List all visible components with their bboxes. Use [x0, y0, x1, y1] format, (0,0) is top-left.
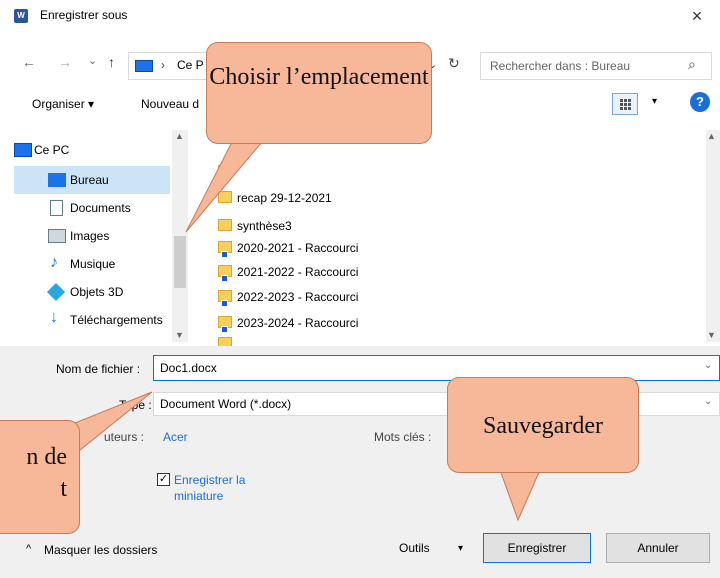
file-name: 2021-2022 - Raccourci: [237, 265, 359, 279]
scroll-down-icon[interactable]: ▼: [175, 330, 184, 340]
search-placeholder: Rechercher dans : Bureau: [490, 59, 631, 73]
sidebar-item-label: Téléchargements: [70, 313, 163, 327]
sidebar-item-objets-3d[interactable]: Objets 3D: [14, 278, 170, 306]
pc-icon: [135, 60, 153, 72]
folder-shortcut-icon: [218, 290, 232, 307]
download-icon: ↓: [50, 309, 58, 326]
chevron-down-icon[interactable]: ⌄: [704, 396, 712, 407]
recent-locations-dropdown-icon[interactable]: ⌄: [88, 54, 97, 67]
list-item[interactable]: 2022-2023 - Raccourci: [218, 285, 358, 309]
sidebar-item-documents[interactable]: Documents: [14, 194, 170, 222]
folder-shortcut-icon: [218, 241, 232, 258]
folder-icon: [218, 219, 232, 231]
callout-filename-line2: t: [60, 476, 67, 502]
type-label: Type :: [119, 398, 152, 412]
folder-icon: [218, 165, 232, 177]
filename-label: Nom de fichier :: [56, 362, 141, 376]
callout-save: Sauvegarder: [447, 377, 639, 473]
thumbnail-label[interactable]: Enregistrer la miniature: [174, 472, 274, 504]
sidebar-item-label: Ce PC: [34, 143, 70, 157]
new-folder-button[interactable]: Nouveau d: [141, 97, 199, 111]
search-icon[interactable]: ⌕: [688, 56, 696, 73]
window-title: Enregistrer sous: [40, 8, 128, 22]
sidebar-item-label: Documents: [70, 201, 131, 215]
music-icon: ♪: [50, 254, 58, 271]
grid-view-icon: [620, 99, 631, 110]
desktop-icon: [48, 173, 66, 187]
documents-icon: [50, 200, 63, 216]
file-name: 2023-2024 - Raccourci: [237, 316, 359, 330]
sidebar-item-musique[interactable]: ♪ Musique: [14, 250, 170, 278]
sidebar-scrollbar-thumb[interactable]: [174, 236, 186, 288]
tools-menu-button[interactable]: Outils: [399, 541, 430, 555]
chevron-down-icon[interactable]: ⌄: [704, 360, 712, 371]
scroll-up-icon[interactable]: ▲: [707, 131, 716, 141]
sidebar-item-label: Images: [70, 229, 110, 243]
list-item[interactable]: 2021-2022 - Raccourci: [218, 260, 358, 284]
forward-arrow-icon[interactable]: →: [58, 54, 72, 70]
view-dropdown-icon[interactable]: ▾: [652, 96, 657, 107]
sidebar-item-ce-pc[interactable]: Ce PC: [14, 136, 170, 164]
help-icon[interactable]: ?: [690, 92, 710, 112]
list-item[interactable]: synthèse3: [218, 214, 292, 238]
cube-icon: [46, 282, 66, 302]
thumbnail-checkbox[interactable]: ✓: [157, 473, 170, 486]
save-button[interactable]: Enregistrer: [483, 533, 591, 563]
pc-icon: [14, 143, 32, 157]
navigation-pane: Ce PC Bureau Documents Images ♪ Musique …: [14, 130, 190, 342]
up-arrow-icon[interactable]: ↑: [108, 54, 115, 70]
keywords-label: Mots clés :: [374, 430, 432, 444]
breadcrumb[interactable]: Ce P: [177, 58, 204, 72]
close-button[interactable]: ×: [674, 0, 720, 32]
back-arrow-icon[interactable]: ←: [22, 54, 36, 70]
images-icon: [48, 229, 66, 243]
hide-folders-button[interactable]: Masquer les dossiers: [44, 543, 157, 557]
list-item[interactable]: 2023-2024 - Raccourci: [218, 311, 358, 335]
folder-shortcut-icon: [218, 316, 232, 333]
sidebar-item-images[interactable]: Images: [14, 222, 170, 250]
list-item[interactable]: recap 29-12-2021: [218, 186, 332, 210]
sidebar-item-bureau[interactable]: Bureau: [14, 166, 170, 194]
file-name: 2020-2021 - Raccourci: [237, 241, 359, 255]
refresh-icon[interactable]: ↻: [448, 55, 460, 72]
folder-icon: [218, 191, 232, 203]
list-item[interactable]: 2020-2021 - Raccourci: [218, 236, 358, 260]
cancel-button[interactable]: Annuler: [606, 533, 710, 563]
sidebar-item-telechargements[interactable]: ↓ Téléchargements: [14, 306, 172, 334]
callout-filename: n de t: [0, 420, 80, 534]
scroll-down-icon[interactable]: ▼: [707, 330, 716, 340]
file-name: recap 29-12-2021: [237, 191, 332, 205]
filename-field[interactable]: Doc1.docx: [153, 355, 720, 381]
file-list-scrollbar[interactable]: [706, 130, 720, 342]
authors-field[interactable]: Acer: [163, 430, 188, 444]
file-name: 2022-2023 - Raccourci: [237, 290, 359, 304]
sidebar-item-label: Objets 3D: [70, 285, 124, 299]
sidebar-item-label: Musique: [70, 257, 116, 271]
authors-label: uteurs :: [104, 430, 145, 444]
file-name: synthèse3: [237, 219, 292, 233]
word-app-icon: W: [14, 9, 28, 23]
tools-dropdown-icon[interactable]: ▾: [458, 543, 463, 554]
scroll-up-icon[interactable]: ▲: [175, 131, 184, 141]
view-options-button[interactable]: [612, 93, 638, 115]
callout-filename-line1: n de: [26, 444, 67, 470]
organise-menu-button[interactable]: Organiser ▾: [32, 97, 94, 111]
sidebar-item-label: Bureau: [70, 173, 109, 187]
breadcrumb-chevron-icon[interactable]: ›: [161, 58, 165, 72]
folder-icon: [218, 337, 232, 346]
chevron-up-icon[interactable]: ^: [26, 543, 31, 555]
folder-shortcut-icon: [218, 265, 232, 282]
callout-choose-location: Choisir l’emplacement: [206, 42, 432, 144]
